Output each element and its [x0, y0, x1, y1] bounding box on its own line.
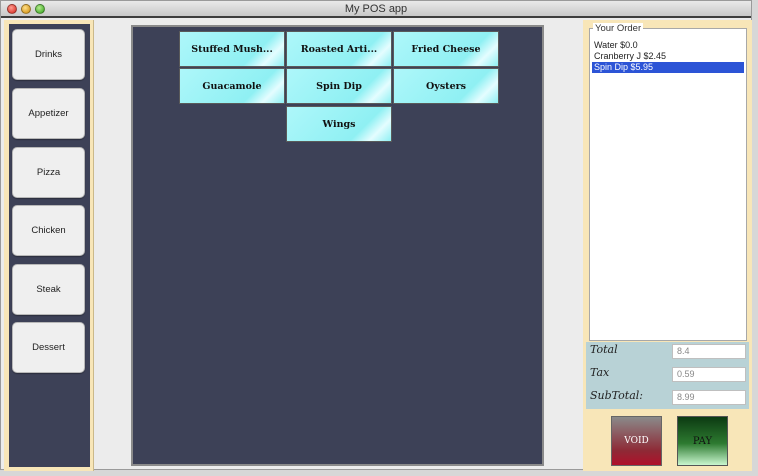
menu-item-button[interactable]: Roasted Arti...	[286, 31, 392, 67]
tax-label: Tax	[590, 366, 610, 379]
menu-items-panel: Stuffed Mush... Roasted Arti... Fried Ch…	[131, 25, 544, 466]
order-list-box: Your Order Water $0.0 Cranberry J $2.45 …	[589, 23, 747, 341]
order-row[interactable]: Cranberry J $2.45	[592, 51, 744, 62]
menu-item-button[interactable]: Spin Dip	[286, 68, 392, 104]
app-window: My POS app Drinks Appetizer Pizza Chicke…	[0, 0, 752, 471]
total-label: Total	[590, 343, 618, 356]
subtotal-label: SubTotal:	[590, 389, 643, 402]
category-sidebar: Drinks Appetizer Pizza Chicken Steak Des…	[4, 20, 94, 471]
menu-item-button[interactable]: Stuffed Mush...	[179, 31, 285, 67]
tax-field[interactable]: 0.59	[672, 367, 746, 382]
order-panel: Your Order Water $0.0 Cranberry J $2.45 …	[583, 20, 752, 471]
category-button-steak[interactable]: Steak	[12, 264, 85, 315]
category-button-pizza[interactable]: Pizza	[12, 147, 85, 198]
subtotal-field[interactable]: 8.99	[672, 390, 746, 405]
menu-item-button[interactable]: Oysters	[393, 68, 499, 104]
total-field[interactable]: 8.4	[672, 344, 746, 359]
menu-item-button[interactable]: Wings	[286, 106, 392, 142]
window-title: My POS app	[344, 3, 408, 15]
order-legend: Your Order	[593, 23, 644, 34]
pay-button[interactable]: PAY	[677, 416, 728, 466]
order-list[interactable]: Water $0.0 Cranberry J $2.45 Spin Dip $5…	[592, 40, 744, 73]
category-button-dessert[interactable]: Dessert	[12, 322, 85, 373]
order-row[interactable]: Water $0.0	[592, 40, 744, 51]
menu-item-button[interactable]: Fried Cheese	[393, 31, 499, 67]
category-button-drinks[interactable]: Drinks	[12, 29, 85, 80]
totals-panel: Total 8.4 Tax 0.59 SubTotal: 8.99	[586, 342, 749, 409]
menu-item-button[interactable]: Guacamole	[179, 68, 285, 104]
category-button-chicken[interactable]: Chicken	[12, 205, 85, 256]
order-row-selected[interactable]: Spin Dip $5.95	[592, 62, 744, 73]
category-button-appetizer[interactable]: Appetizer	[12, 88, 85, 139]
category-panel: Drinks Appetizer Pizza Chicken Steak Des…	[9, 24, 90, 467]
title-bar: My POS app	[1, 1, 751, 18]
void-button[interactable]: VOID	[611, 416, 662, 466]
